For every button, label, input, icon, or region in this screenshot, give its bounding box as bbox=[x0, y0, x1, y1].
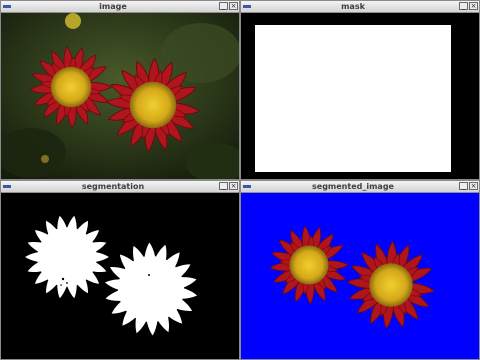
segmentation-window[interactable]: segmentation _ × bbox=[0, 180, 240, 360]
window-title: image bbox=[99, 2, 127, 11]
close-button[interactable]: × bbox=[229, 2, 238, 10]
minimize-button[interactable]: _ bbox=[459, 182, 468, 190]
close-button[interactable]: × bbox=[229, 182, 238, 190]
close-button[interactable]: × bbox=[469, 2, 478, 10]
segmented-image-window-titlebar[interactable]: segmented_image _ × bbox=[241, 181, 479, 193]
window-title: segmentation bbox=[81, 182, 145, 191]
window-title: mask bbox=[341, 2, 365, 11]
minimize-button[interactable]: _ bbox=[219, 2, 228, 10]
segmented-image-window[interactable]: segmented_image _ × bbox=[240, 180, 480, 360]
window-menu-icon[interactable] bbox=[243, 3, 251, 10]
segmentation-canvas bbox=[1, 193, 239, 359]
close-button[interactable]: × bbox=[469, 182, 478, 190]
image-window[interactable]: image _ × bbox=[0, 0, 240, 180]
segmented-image-canvas bbox=[241, 193, 479, 359]
desktop: image _ × mask _ × segmentation _ × segm… bbox=[0, 0, 480, 360]
mask-window-titlebar[interactable]: mask _ × bbox=[241, 1, 479, 13]
minimize-button[interactable]: _ bbox=[219, 182, 228, 190]
window-menu-icon[interactable] bbox=[3, 3, 11, 10]
image-canvas bbox=[1, 13, 239, 179]
image-window-titlebar[interactable]: image _ × bbox=[1, 1, 239, 13]
window-menu-icon[interactable] bbox=[243, 183, 251, 190]
minimize-button[interactable]: _ bbox=[459, 2, 468, 10]
segmentation-window-titlebar[interactable]: segmentation _ × bbox=[1, 181, 239, 193]
window-title: segmented_image bbox=[312, 182, 394, 191]
mask-window[interactable]: mask _ × bbox=[240, 0, 480, 180]
mask-canvas bbox=[241, 13, 479, 179]
mask-rectangle bbox=[255, 25, 451, 172]
window-menu-icon[interactable] bbox=[3, 183, 11, 190]
